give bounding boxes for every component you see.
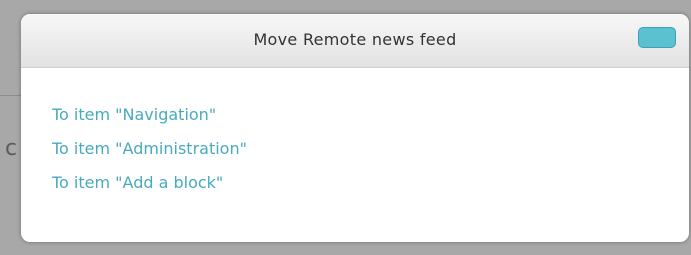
backdrop-divider [0,95,22,96]
dialog-title: Move Remote news feed [253,30,457,49]
dialog-body: To item "Navigation" To item "Administra… [21,68,689,195]
move-target-navigation[interactable]: To item "Navigation" [52,103,689,127]
move-target-administration[interactable]: To item "Administration" [52,137,689,161]
move-block-dialog: Move Remote news feed To item "Navigatio… [21,14,689,242]
close-button[interactable] [638,27,676,48]
move-target-add-a-block[interactable]: To item "Add a block" [52,171,689,195]
dialog-header: Move Remote news feed [21,14,689,68]
backdrop-text-fragment: c [5,136,18,161]
